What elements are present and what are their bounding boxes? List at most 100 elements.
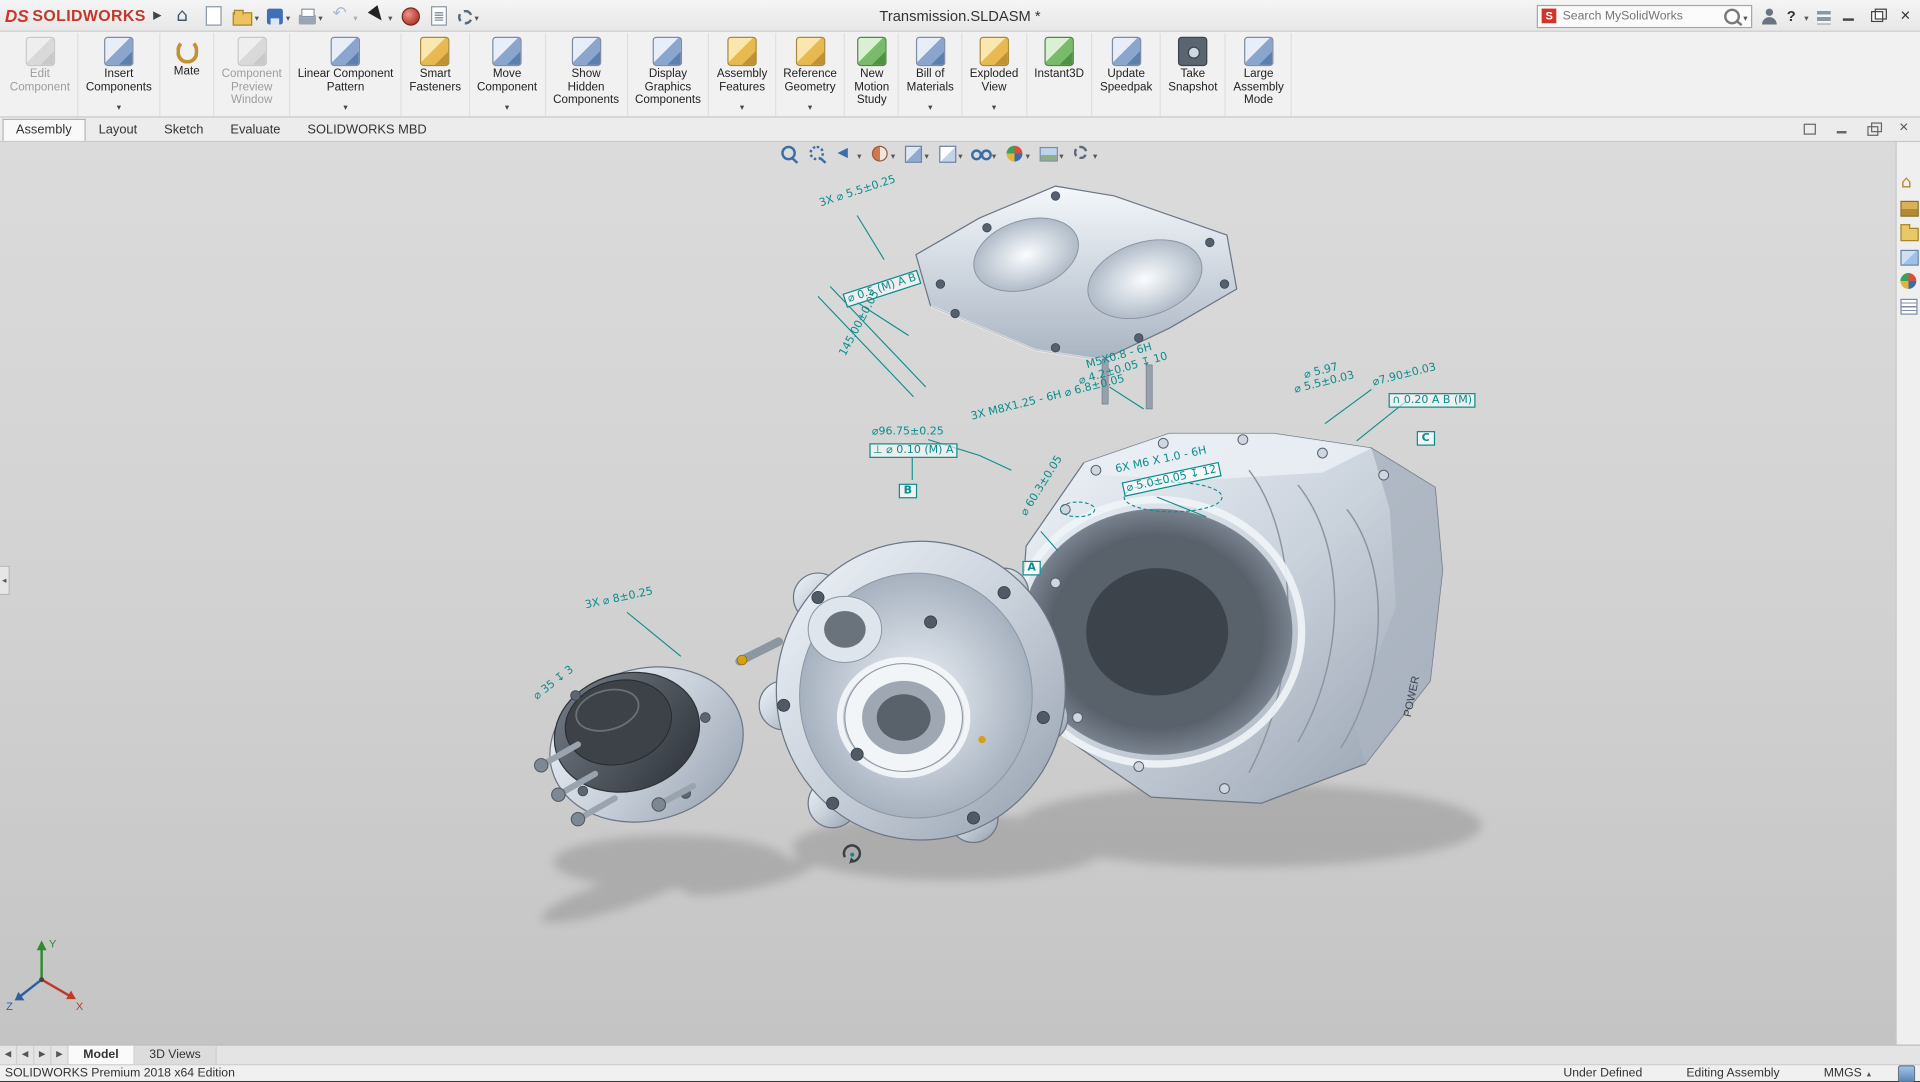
doc-minimize-icon[interactable]	[1834, 121, 1849, 136]
search-caret-icon[interactable]	[1743, 5, 1747, 27]
task-pane-icon[interactable]	[1899, 247, 1919, 267]
hud-caret-icon[interactable]	[1059, 143, 1063, 165]
ribbon-caret-icon[interactable]	[117, 102, 121, 115]
dropdown-caret-icon[interactable]	[318, 4, 322, 26]
command-tab[interactable]: Evaluate	[217, 119, 294, 141]
hud-caret-icon[interactable]	[1026, 143, 1030, 165]
hud-caret-icon[interactable]	[1093, 143, 1097, 165]
hud-button[interactable]	[780, 144, 800, 164]
ribbon-button[interactable]: Update Speedpak	[1093, 33, 1161, 116]
hud-caret-icon[interactable]	[891, 143, 895, 165]
dropdown-caret-icon[interactable]	[353, 4, 357, 26]
end-cap-part[interactable]	[532, 646, 761, 843]
ribbon-caret-icon[interactable]	[740, 102, 744, 115]
ribbon-caret-icon[interactable]	[992, 102, 996, 115]
quick-tool-button[interactable]	[328, 2, 362, 29]
front-cover-part[interactable]	[759, 541, 1068, 842]
help-button[interactable]: ?	[1787, 7, 1796, 24]
command-tab[interactable]: Assembly	[2, 119, 85, 141]
ribbon-caret-icon[interactable]	[505, 102, 509, 115]
window-layout-icon[interactable]	[1817, 10, 1830, 23]
ribbon-caret-icon[interactable]	[808, 102, 812, 115]
minimize-button[interactable]	[1839, 6, 1859, 26]
quick-tool-button[interactable]	[454, 2, 483, 29]
quick-tool-button[interactable]	[264, 2, 294, 29]
ribbon-button[interactable]: Bill of Materials	[899, 33, 962, 116]
tab-scroll-next-icon[interactable]: ▶	[34, 1046, 51, 1064]
hud-button[interactable]	[870, 143, 895, 165]
quick-tool-button[interactable]	[397, 3, 423, 27]
gearbox-housing-part[interactable]: POWER	[1013, 433, 1443, 803]
ribbon-button[interactable]: Component Preview Window	[214, 33, 290, 116]
hud-caret-icon[interactable]	[925, 143, 929, 165]
menu-expand-icon[interactable]: ▶	[153, 9, 161, 21]
ribbon-caret-icon[interactable]	[343, 102, 347, 115]
dowel-pin-part[interactable]	[737, 642, 779, 665]
ribbon-button[interactable]: Insert Components	[79, 33, 161, 116]
user-account-icon[interactable]	[1761, 7, 1778, 24]
ribbon-button[interactable]: Large Assembly Mode	[1226, 33, 1292, 116]
task-pane-icon[interactable]	[1899, 296, 1919, 316]
quick-tool-button[interactable]	[424, 3, 452, 27]
doc-close-icon[interactable]	[1898, 121, 1913, 136]
quick-tool-button[interactable]	[200, 3, 228, 27]
ribbon-button[interactable]: Linear Component Pattern	[290, 33, 402, 116]
ribbon-button[interactable]: Take Snapshot	[1161, 33, 1226, 116]
task-pane-icon[interactable]	[1899, 174, 1919, 194]
command-tab[interactable]: Layout	[85, 119, 151, 141]
ribbon-button[interactable]: Instant3D	[1027, 33, 1093, 116]
tab-scroll-first-icon[interactable]: ◀	[0, 1046, 17, 1064]
model-tab[interactable]: Model	[69, 1046, 135, 1064]
hud-button[interactable]	[971, 143, 996, 165]
quick-tool-button[interactable]	[171, 3, 198, 27]
ribbon-button[interactable]: Exploded View	[962, 33, 1026, 116]
command-tab[interactable]: SOLIDWORKS MBD	[294, 119, 440, 141]
graphics-viewport[interactable]: POWER	[0, 142, 1920, 1044]
search-icon[interactable]	[1724, 8, 1740, 24]
top-cover-part[interactable]	[916, 186, 1237, 409]
restore-button[interactable]	[1867, 6, 1887, 26]
quick-tool-button[interactable]	[229, 2, 263, 29]
task-pane-icon[interactable]	[1899, 223, 1919, 243]
dropdown-caret-icon[interactable]	[286, 4, 290, 26]
ribbon-button[interactable]: Edit Component	[2, 33, 78, 116]
ribbon-button[interactable]: Smart Fasteners	[402, 33, 470, 116]
hud-button[interactable]	[1072, 143, 1097, 165]
ribbon-button[interactable]: New Motion Study	[845, 33, 899, 116]
dropdown-caret-icon[interactable]	[475, 4, 479, 26]
help-caret-icon[interactable]	[1804, 5, 1808, 27]
hud-button[interactable]	[808, 144, 828, 164]
model-tab[interactable]: 3D Views	[135, 1046, 217, 1064]
doc-float-icon[interactable]	[1802, 121, 1817, 136]
tab-scroll-last-icon[interactable]: ▶	[51, 1046, 68, 1064]
hud-button[interactable]	[904, 143, 929, 165]
quick-tool-button[interactable]	[295, 2, 326, 29]
hud-button[interactable]	[1005, 143, 1030, 165]
tab-scroll-prev-icon[interactable]: ◀	[17, 1046, 34, 1064]
doc-restore-icon[interactable]	[1866, 121, 1881, 136]
ribbon-caret-icon[interactable]	[928, 102, 932, 115]
hud-caret-icon[interactable]	[992, 143, 996, 165]
hud-button[interactable]	[1038, 143, 1063, 165]
ribbon-button[interactable]: Move Component	[470, 33, 546, 116]
search-box[interactable]	[1537, 4, 1753, 27]
dropdown-caret-icon[interactable]	[255, 4, 259, 26]
hud-caret-icon[interactable]	[958, 143, 962, 165]
panel-splitter-handle[interactable]	[0, 566, 10, 595]
command-tab[interactable]: Sketch	[151, 119, 217, 141]
ribbon-button[interactable]: Reference Geometry	[776, 33, 846, 116]
task-pane-icon[interactable]	[1899, 198, 1919, 218]
unit-system-selector[interactable]: MMGS	[1802, 1067, 1881, 1080]
status-corner-icon[interactable]	[1898, 1065, 1915, 1082]
hud-button[interactable]	[836, 143, 861, 165]
task-pane-icon[interactable]	[1899, 272, 1919, 292]
ribbon-button[interactable]: Assembly Features	[709, 33, 775, 116]
ribbon-button[interactable]: Show Hidden Components	[546, 33, 628, 116]
ribbon-button[interactable]: Display Graphics Components	[628, 33, 710, 116]
ribbon-button[interactable]: Mate	[160, 33, 214, 116]
close-button[interactable]	[1896, 6, 1916, 26]
search-input[interactable]	[1560, 8, 1720, 24]
hud-caret-icon[interactable]	[857, 143, 861, 165]
hud-button[interactable]	[937, 143, 962, 165]
dropdown-caret-icon[interactable]	[388, 4, 392, 26]
